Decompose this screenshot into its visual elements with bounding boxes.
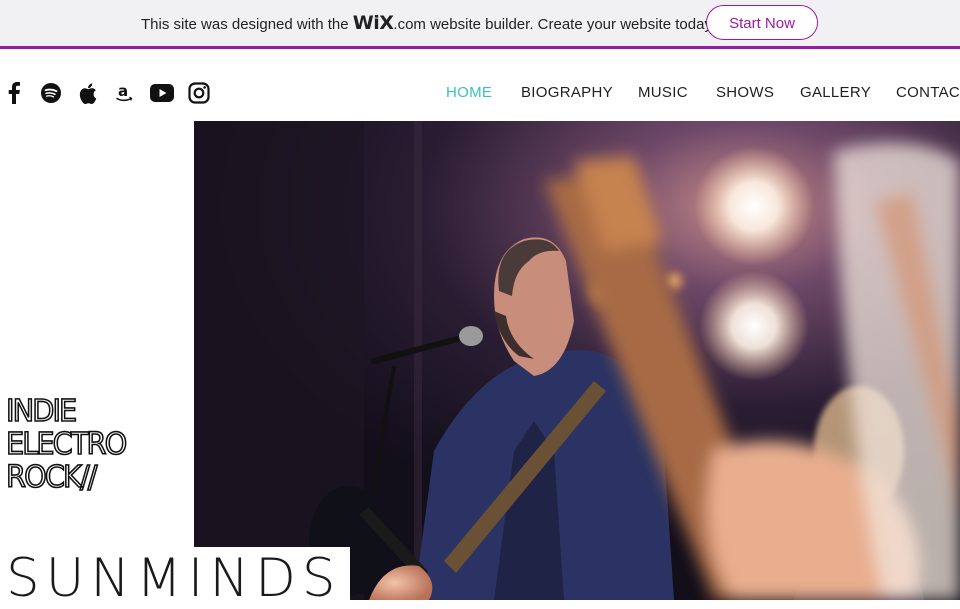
wix-logo: WiX xyxy=(352,12,394,34)
tagline-line-2: ELECTRO xyxy=(5,427,128,462)
main-nav: HOME BIOGRAPHY MUSIC SHOWS GALLERY CONTA… xyxy=(0,84,960,104)
nav-contact[interactable]: CONTACT xyxy=(896,84,960,101)
hero-photo xyxy=(194,121,960,600)
nav-music[interactable]: MUSIC xyxy=(638,84,688,101)
wix-logo-suffix: .com xyxy=(393,16,426,33)
wix-promo-banner: This site was designed with the WiX.com … xyxy=(0,0,960,49)
nav-home[interactable]: HOME xyxy=(446,84,492,101)
banner-text-before: This site was designed with the xyxy=(141,16,353,33)
hero-tagline: INDIE ELECTRO ROCK// xyxy=(5,394,128,495)
nav-shows[interactable]: SHOWS xyxy=(716,84,774,101)
banner-text: This site was designed with the WiX.com … xyxy=(141,12,715,36)
nav-biography[interactable]: BIOGRAPHY xyxy=(521,84,613,101)
banner-text-after: website builder. Create your website tod… xyxy=(425,16,715,33)
nav-gallery[interactable]: GALLERY xyxy=(800,84,871,101)
tagline-line-3: ROCK// xyxy=(5,460,98,495)
start-now-button[interactable]: Start Now xyxy=(706,5,818,40)
tagline-line-1: INDIE xyxy=(5,394,78,429)
band-name: SUNMINDS xyxy=(6,548,342,609)
singer-with-microphone-photo xyxy=(194,121,960,600)
